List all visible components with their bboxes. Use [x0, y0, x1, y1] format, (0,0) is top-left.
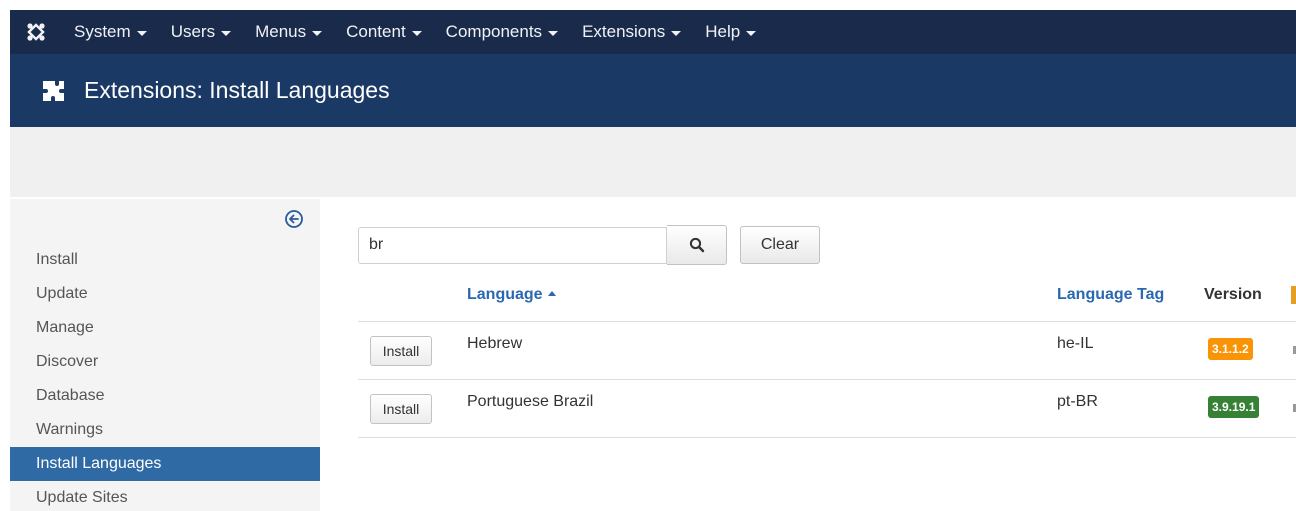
language-name: Portuguese Brazil: [467, 393, 594, 410]
sidebar-item-install-languages[interactable]: Install Languages: [10, 447, 320, 481]
clear-button[interactable]: Clear: [740, 226, 820, 264]
caret-down-icon: [136, 30, 147, 36]
caret-down-icon: [312, 30, 323, 36]
caret-down-icon: [548, 30, 559, 36]
caret-down-icon: [411, 30, 422, 36]
top-navbar: System Users Menus Content Components Ex…: [10, 10, 1296, 54]
column-next-cut: [1291, 286, 1296, 304]
sidebar-item-warnings[interactable]: Warnings: [10, 413, 320, 447]
page-header: Extensions: Install Languages: [10, 54, 1296, 127]
sidebar-item-manage[interactable]: Manage: [10, 311, 320, 345]
arrow-circle-left-icon[interactable]: [284, 209, 304, 229]
install-button[interactable]: Install: [370, 394, 432, 424]
nav-extensions[interactable]: Extensions: [570, 10, 693, 54]
language-tag: he-IL: [1057, 335, 1094, 352]
puzzle-piece-icon: [38, 75, 70, 107]
caret-down-icon: [221, 30, 232, 36]
caret-down-icon: [671, 30, 682, 36]
table-row: Install Hebrew he-IL 3.1.1.2: [358, 322, 1296, 380]
language-name: Hebrew: [467, 335, 523, 352]
language-tag: pt-BR: [1057, 393, 1098, 410]
sidebar-item-discover[interactable]: Discover: [10, 345, 320, 379]
column-language-sort[interactable]: Language: [467, 286, 556, 304]
sidebar-item-install[interactable]: Install: [10, 243, 320, 277]
table-header: Language Language Tag Version: [358, 276, 1296, 322]
nav-users[interactable]: Users: [159, 10, 243, 54]
search-icon: [689, 237, 704, 253]
sidebar-item-update-sites[interactable]: Update Sites: [10, 481, 320, 511]
search-input[interactable]: [358, 226, 667, 264]
toolbar: [10, 127, 1296, 197]
sidebar-item-update[interactable]: Update: [10, 277, 320, 311]
table-row: Install Portuguese Brazil pt-BR 3.9.19.1: [358, 380, 1296, 438]
languages-table: Language Language Tag Version Install He…: [358, 276, 1296, 438]
version-badge: 3.1.1.2: [1208, 338, 1253, 360]
caret-down-icon: [746, 30, 757, 36]
nav-components[interactable]: Components: [434, 10, 570, 54]
joomla-logo-icon[interactable]: [10, 10, 62, 54]
search-button[interactable]: [667, 225, 727, 265]
column-version: Version: [1204, 286, 1262, 303]
sidebar-menu: Install Update Manage Discover Database …: [10, 243, 320, 511]
page-title: Extensions: Install Languages: [84, 77, 390, 103]
sort-asc-icon: [547, 290, 556, 296]
install-button[interactable]: Install: [370, 336, 432, 366]
sidebar-item-database[interactable]: Database: [10, 379, 320, 413]
version-badge: 3.9.19.1: [1208, 396, 1260, 418]
sidebar: Install Update Manage Discover Database …: [10, 199, 320, 511]
search-bar: Clear: [358, 225, 820, 265]
nav-menus[interactable]: Menus: [243, 10, 334, 54]
nav-content[interactable]: Content: [334, 10, 434, 54]
nav-help[interactable]: Help: [693, 10, 768, 54]
nav-system[interactable]: System: [62, 10, 159, 54]
column-language-tag-sort[interactable]: Language Tag: [1057, 286, 1164, 304]
